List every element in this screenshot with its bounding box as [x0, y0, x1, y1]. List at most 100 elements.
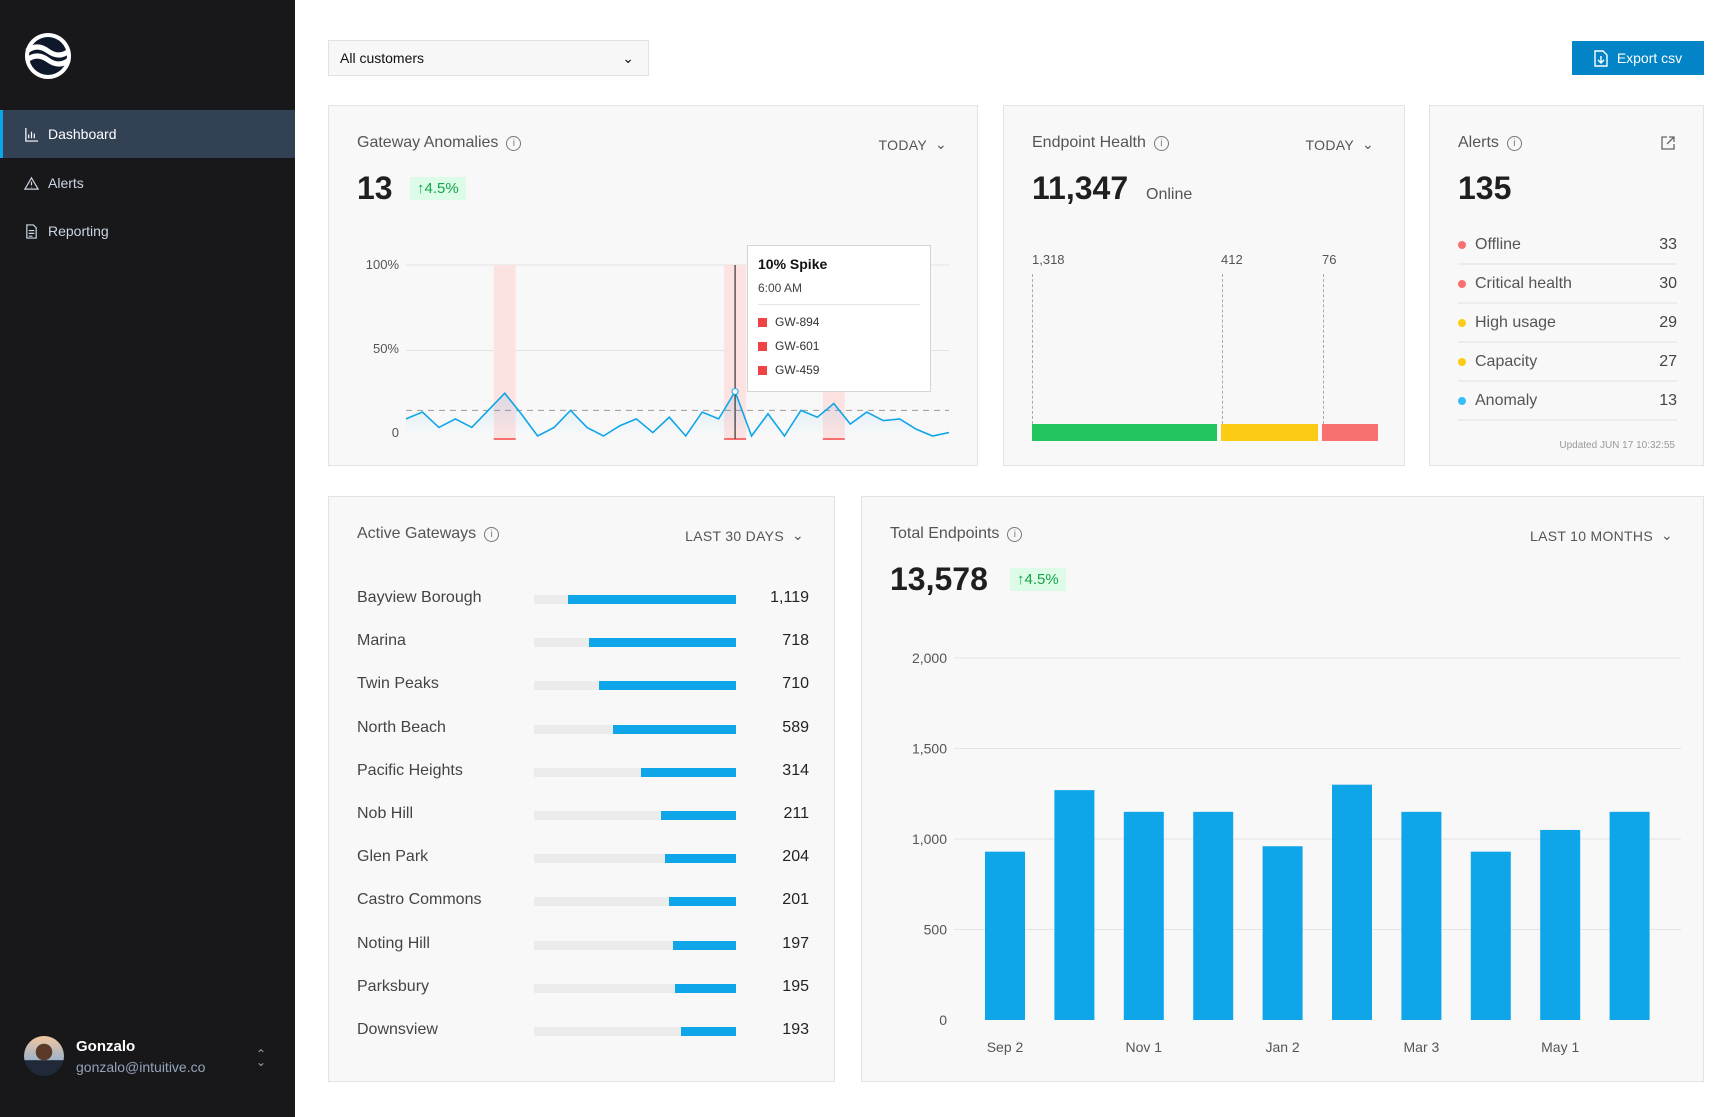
red-square-icon: [758, 341, 767, 351]
red-square-icon: [758, 317, 767, 327]
gateway-anomalies-card: Gateway Anomalies i TODAY ⌄ 13 ↑4.5% 100% …: [328, 105, 978, 466]
red-square-icon: [758, 365, 767, 375]
gateway-bar-fill: [661, 811, 736, 820]
gateway-name: North Beach: [357, 718, 446, 736]
bar: [1540, 829, 1581, 1020]
gateway-bar-fill: [669, 897, 736, 907]
card-title: Endpoint Health: [1032, 134, 1146, 151]
external-link-icon[interactable]: [1661, 136, 1675, 150]
gateway-row[interactable]: Twin Peaks 710: [357, 675, 809, 695]
sidebar-item-reporting[interactable]: Reporting: [0, 207, 295, 255]
card-title: Active Gateways: [357, 525, 477, 542]
sidebar-item-alerts[interactable]: Alerts: [0, 159, 295, 207]
alert-row[interactable]: Capacity 27: [1458, 343, 1677, 382]
sidebar: Dashboard Alerts Reporting Gonzalo gonza…: [0, 0, 295, 1117]
gateway-name: Twin Peaks: [357, 675, 439, 693]
bar: [1193, 811, 1234, 1020]
tooltip-item: GW-894: [758, 315, 920, 329]
alert-count: 30: [1659, 274, 1677, 292]
alerts-card: Alerts i 135 Offline 33 Critical health 30 Hi…: [1429, 105, 1704, 466]
range-dropdown[interactable]: TODAY ⌄: [1306, 136, 1374, 153]
gateway-bar-track: [534, 767, 736, 777]
gateway-value: 718: [782, 632, 809, 650]
gateway-value: 1,119: [770, 589, 809, 606]
gateway-bar-fill: [673, 940, 736, 950]
alert-row[interactable]: High usage 29: [1458, 304, 1677, 343]
sidebar-item-dashboard[interactable]: Dashboard: [0, 110, 295, 158]
file-download-icon: [1594, 49, 1608, 67]
gateway-row[interactable]: Noting Hill 197: [357, 935, 809, 955]
gateway-value: 201: [782, 891, 809, 909]
gateway-row[interactable]: Pacific Heights 314: [357, 762, 809, 782]
sidebar-item-label: Dashboard: [48, 126, 117, 142]
gateway-row[interactable]: North Beach 589: [357, 719, 809, 739]
gateway-bar-track: [534, 724, 736, 734]
health-segment-red[interactable]: [1322, 424, 1378, 441]
divider: [1323, 274, 1324, 424]
online-label: Online: [1146, 186, 1193, 203]
gateway-row[interactable]: Downsview 193: [357, 1021, 809, 1041]
bar: [1054, 790, 1095, 1020]
user-email: gonzalo@intuitive.co: [76, 1058, 206, 1075]
chevron-up-down-icon[interactable]: ⌃ ⌄: [256, 1048, 266, 1068]
card-title: Alerts: [1458, 134, 1499, 151]
customer-select[interactable]: All customers ⌄: [328, 40, 649, 76]
gateway-name: Downsview: [357, 1021, 438, 1038]
chevron-down-icon: ⌄: [1361, 136, 1374, 152]
gateway-name: Parksbury: [357, 977, 430, 995]
alert-row[interactable]: Offline 33: [1458, 226, 1677, 265]
y-tick-label: 1,000: [912, 831, 947, 847]
alerts-count: 135: [1458, 170, 1512, 206]
status-dot-icon: [1458, 240, 1466, 249]
user-menu[interactable]: Gonzalo gonzalo@intuitive.co: [24, 1036, 205, 1076]
bar-chart-icon: [25, 127, 39, 142]
sidebar-item-label: Alerts: [48, 175, 84, 191]
gateway-row[interactable]: Glen Park 204: [357, 848, 809, 868]
bar: [1332, 784, 1372, 1020]
info-icon[interactable]: i: [484, 526, 500, 542]
range-dropdown[interactable]: LAST 30 DAYS ⌄: [685, 527, 804, 544]
range-label: LAST 30 DAYS: [685, 527, 784, 544]
gateway-name: Castro Commons: [357, 891, 482, 909]
x-tick-label: Mar 3: [1404, 1039, 1440, 1055]
y-tick-label: 2,000: [912, 650, 947, 666]
gateway-row[interactable]: Marina 718: [357, 632, 809, 652]
gateway-bar-fill: [598, 681, 736, 691]
hover-point: [731, 388, 739, 396]
gateway-row[interactable]: Nob Hill 211: [357, 805, 809, 825]
gateway-bar-fill: [665, 854, 736, 864]
info-icon[interactable]: i: [1506, 135, 1522, 151]
gateway-row[interactable]: Parksbury 195: [357, 978, 809, 998]
y-tick-label: 1,500: [912, 741, 947, 757]
alert-count: 13: [1659, 391, 1677, 409]
alert-label: Offline: [1475, 235, 1521, 253]
chart-tooltip: 10% Spike 6:00 AM GW-894 GW-601 GW-459: [747, 245, 931, 392]
y-tick-label: 500: [924, 922, 948, 938]
health-segment-yellow[interactable]: [1221, 424, 1318, 441]
alert-label: Anomaly: [1475, 391, 1538, 409]
gateway-bar-track: [534, 681, 736, 691]
user-name: Gonzalo: [76, 1037, 136, 1055]
alert-row[interactable]: Anomaly 13: [1458, 382, 1677, 421]
health-segment-green[interactable]: [1032, 424, 1217, 441]
warning-icon: [24, 176, 39, 190]
gateway-row[interactable]: Castro Commons 201: [357, 891, 809, 911]
alert-label: High usage: [1475, 313, 1556, 331]
alert-row[interactable]: Critical health 30: [1458, 265, 1677, 304]
gateway-name: Pacific Heights: [357, 761, 463, 779]
info-icon[interactable]: i: [1153, 135, 1169, 151]
online-count: 11,347: [1032, 170, 1129, 206]
gateway-bar-track: [534, 638, 736, 648]
export-csv-button[interactable]: Export csv: [1572, 41, 1704, 75]
gateway-bar-track: [534, 854, 736, 864]
alert-label: Capacity: [1475, 352, 1538, 370]
gateway-name: Bayview Borough: [357, 589, 482, 606]
gateway-bar-track: [534, 983, 736, 993]
alert-count: 27: [1659, 352, 1677, 370]
status-dot-icon: [1458, 318, 1466, 327]
alert-count: 29: [1659, 313, 1677, 331]
gateway-bar-track: [534, 595, 736, 604]
bar: [1401, 811, 1442, 1020]
tooltip-item: GW-459: [758, 363, 920, 377]
gateway-row[interactable]: Bayview Borough 1,119: [357, 589, 809, 609]
